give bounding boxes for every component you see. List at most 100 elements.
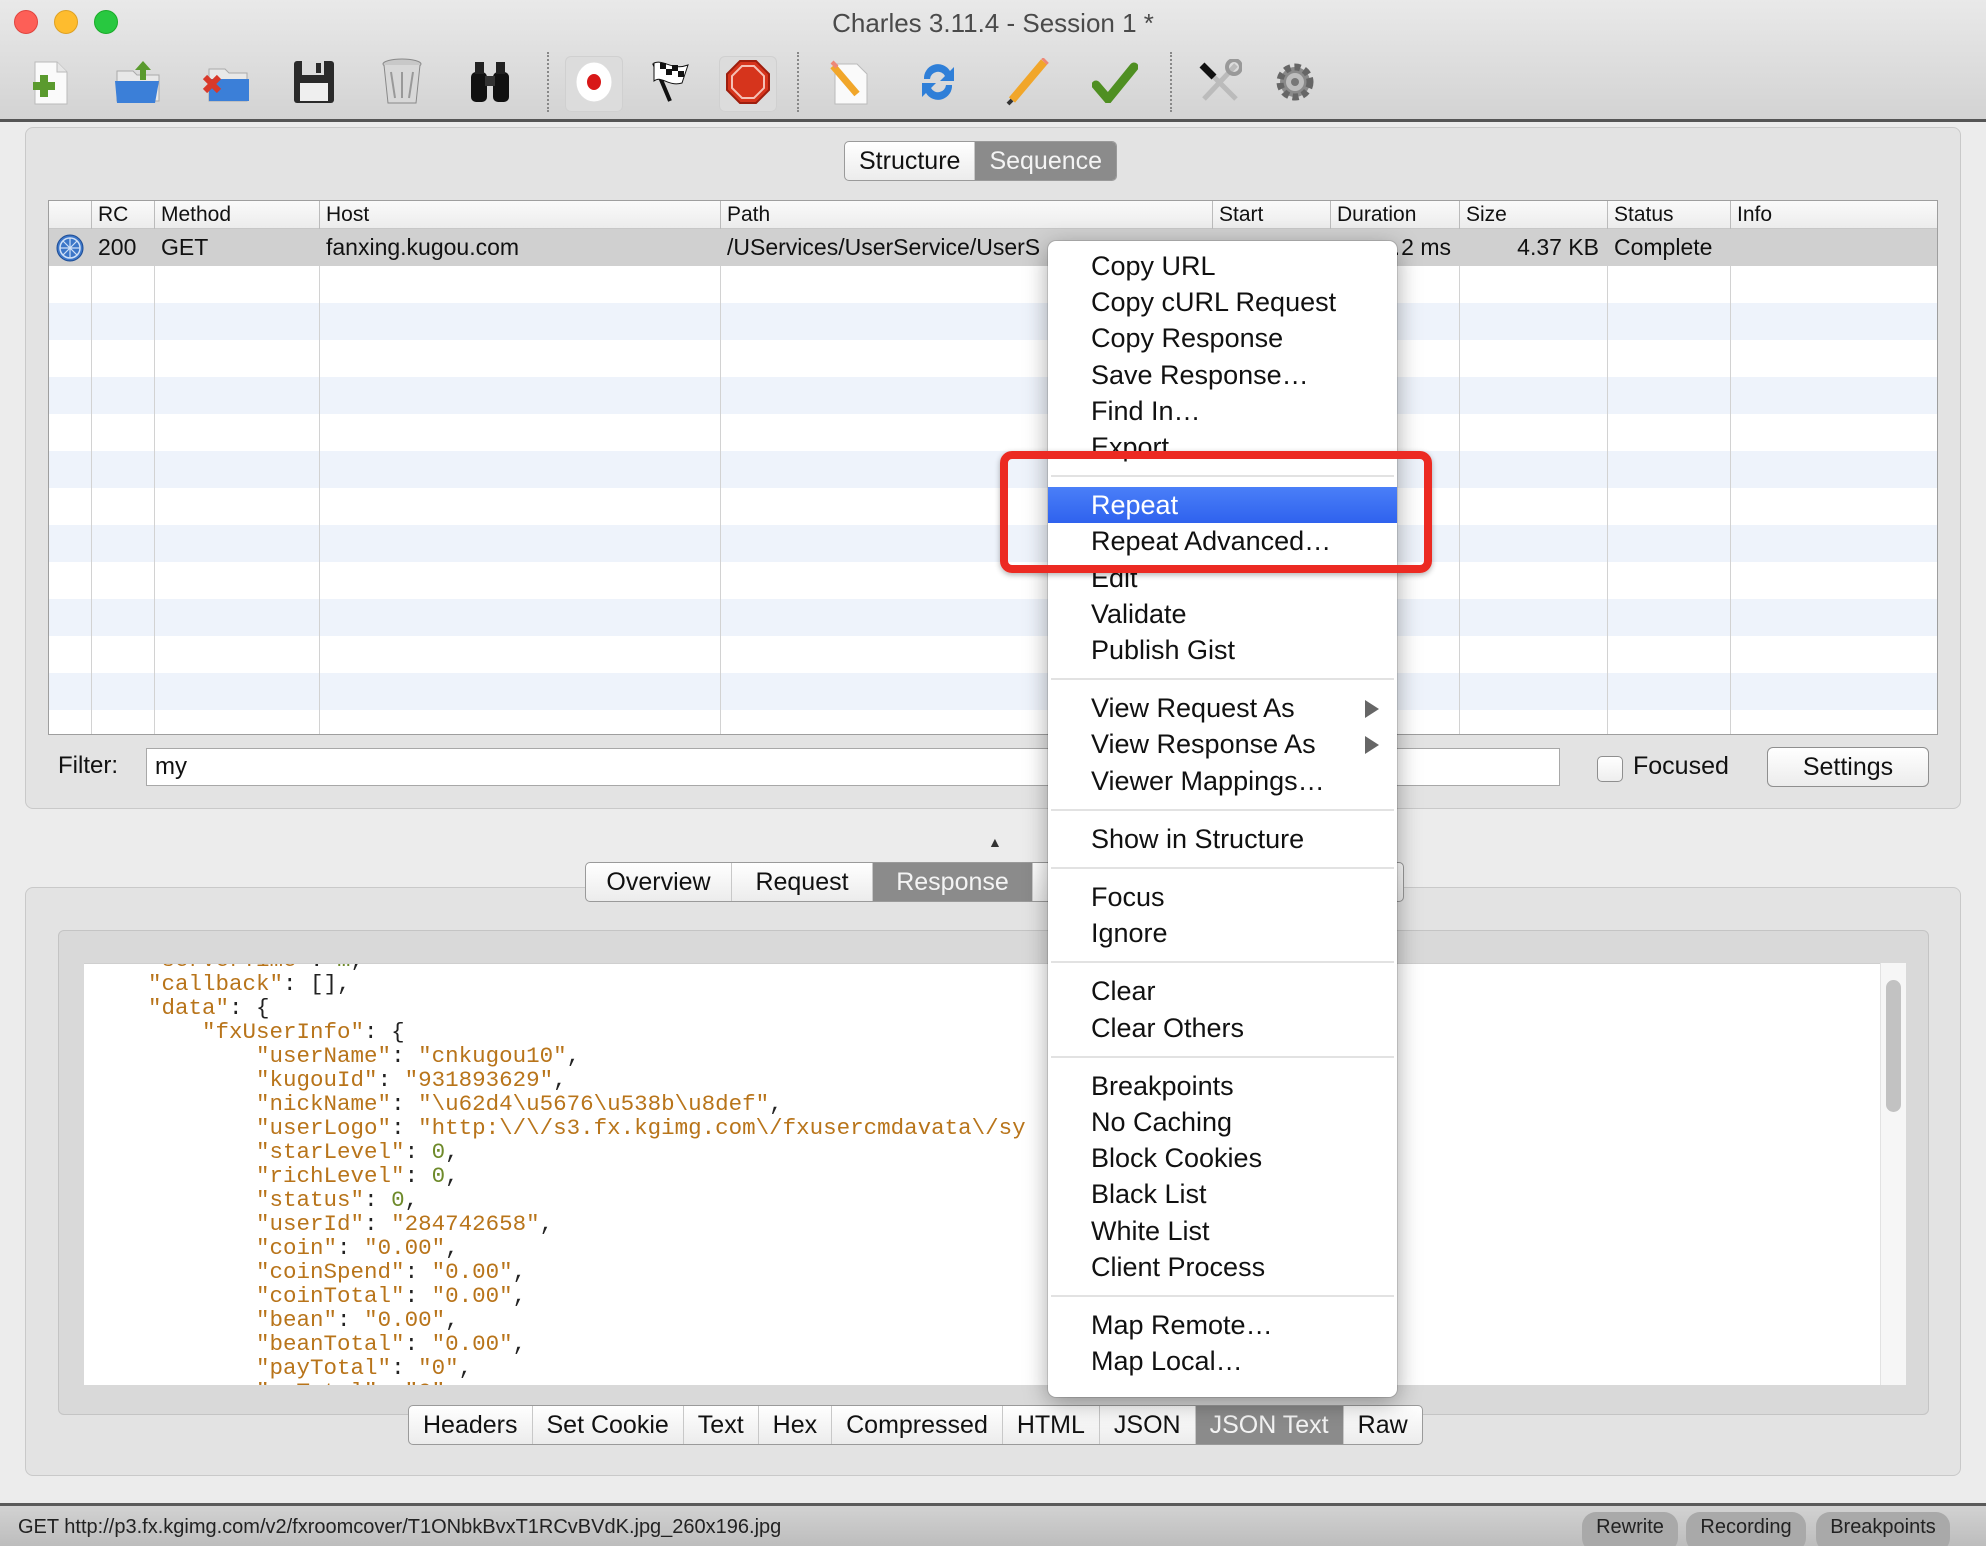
menu-item-client-process[interactable]: Client Process <box>1048 1249 1397 1285</box>
toolbar-validate-button[interactable] <box>1086 56 1144 112</box>
response-scrollbar-thumb[interactable] <box>1886 980 1901 1112</box>
tab-hex[interactable]: Hex <box>759 1406 833 1444</box>
menu-item-label: Find In… <box>1091 395 1201 426</box>
menu-item-white-list[interactable]: White List <box>1048 1213 1397 1249</box>
table-row-empty <box>49 673 1937 710</box>
toolbar-tools-button[interactable] <box>1190 56 1248 112</box>
toolbar-throttle-button[interactable] <box>642 56 700 112</box>
focused-label[interactable]: Focused <box>1633 752 1729 781</box>
toolbar-clear-button[interactable] <box>373 56 431 112</box>
table-row-empty <box>49 636 1937 673</box>
toolbar-breakpoints-button[interactable] <box>719 56 777 112</box>
toolbar-open-button[interactable] <box>109 56 167 112</box>
tab-headers[interactable]: Headers <box>409 1406 533 1444</box>
column-header-icon[interactable] <box>49 201 91 229</box>
toolbar-repeat-button[interactable] <box>909 56 967 112</box>
menu-item-view-request-as[interactable]: View Request As <box>1048 690 1397 726</box>
menu-item-show-in-structure[interactable]: Show in Structure <box>1048 821 1397 857</box>
response-json-text[interactable]: "serverTime": …,"callback": [],"data": {… <box>84 963 1906 1385</box>
menu-item-save-response[interactable]: Save Response… <box>1048 357 1397 393</box>
toolbar-find-button[interactable] <box>461 56 519 112</box>
toolbar-settings-button[interactable] <box>1266 56 1324 112</box>
tab-json-text[interactable]: JSON Text <box>1195 1406 1344 1444</box>
column-header-host[interactable]: Host <box>319 201 369 229</box>
toolbar-save-button[interactable] <box>285 56 343 112</box>
table-row[interactable]: 200 GET fanxing.kugou.com /UServices/Use… <box>49 229 1937 266</box>
column-header-info[interactable]: Info <box>1730 201 1772 229</box>
split-pane-handle[interactable]: ▲ <box>988 834 1002 850</box>
menu-item-clear[interactable]: Clear <box>1048 973 1397 1009</box>
table-row-empty <box>49 377 1937 414</box>
tab-response[interactable]: Response <box>873 863 1033 901</box>
json-line: "bean": "0.00", <box>256 1307 459 1333</box>
menu-item-black-list[interactable]: Black List <box>1048 1176 1397 1212</box>
status-text: GET http://p3.fx.kgimg.com/v2/fxroomcove… <box>18 1516 782 1538</box>
tab-sequence[interactable]: Sequence <box>975 142 1117 180</box>
menu-item-publish-gist[interactable]: Publish Gist <box>1048 632 1397 668</box>
gear-icon <box>1272 59 1318 110</box>
column-header-start[interactable]: Start <box>1212 201 1263 229</box>
tab-overview[interactable]: Overview <box>586 863 732 901</box>
toolbar-edit-button[interactable] <box>998 56 1056 112</box>
menu-item-label: View Response As <box>1091 729 1316 760</box>
tab-json[interactable]: JSON <box>1100 1406 1196 1444</box>
menu-item-validate[interactable]: Validate <box>1048 596 1397 632</box>
json-line: "nickName": "\u62d4\u5676\u538b\u8def", <box>256 1091 783 1117</box>
json-line: "callback": [], <box>148 971 351 997</box>
menu-item-breakpoints[interactable]: Breakpoints <box>1048 1068 1397 1104</box>
menu-item-label: Black List <box>1091 1179 1207 1210</box>
column-header-status[interactable]: Status <box>1607 201 1674 229</box>
table-row-empty <box>49 710 1937 734</box>
menu-item-ignore[interactable]: Ignore <box>1048 915 1397 951</box>
menu-item-copy-curl-request[interactable]: Copy cURL Request <box>1048 284 1397 320</box>
column-header-duration[interactable]: Duration <box>1330 201 1416 229</box>
menu-item-map-local[interactable]: Map Local… <box>1048 1343 1397 1379</box>
menu-item-clear-others[interactable]: Clear Others <box>1048 1010 1397 1046</box>
menu-item-view-response-as[interactable]: View Response As <box>1048 726 1397 762</box>
submenu-arrow-icon <box>1365 700 1379 719</box>
menu-item-viewer-mappings[interactable]: Viewer Mappings… <box>1048 763 1397 799</box>
tab-request[interactable]: Request <box>732 863 873 901</box>
status-breakpoints-button[interactable]: Breakpoints <box>1816 1512 1950 1546</box>
filter-label: Filter: <box>58 752 118 779</box>
toolbar-new-session-button[interactable] <box>21 56 79 112</box>
cell-size: 4.37 KB <box>1517 234 1599 260</box>
table-row-empty <box>49 525 1937 562</box>
tab-raw[interactable]: Raw <box>1344 1406 1422 1444</box>
tab-structure[interactable]: Structure <box>845 142 976 180</box>
column-header-path[interactable]: Path <box>720 201 770 229</box>
json-line: "coinTotal": "0.00", <box>256 1283 527 1309</box>
tab-text[interactable]: Text <box>684 1406 759 1444</box>
toolbar-close-session-button[interactable] <box>197 56 255 112</box>
menu-item-label: No Caching <box>1091 1107 1233 1137</box>
table-row-empty <box>49 303 1937 340</box>
toolbar-record-button[interactable] <box>565 56 623 112</box>
status-recording-button[interactable]: Recording <box>1686 1512 1806 1546</box>
json-line: "userLogo": "http:\/\/s3.fx.kgimg.com\/f… <box>256 1115 1026 1141</box>
status-rewrite-button[interactable]: Rewrite <box>1582 1512 1678 1546</box>
tab-set-cookie[interactable]: Set Cookie <box>533 1406 684 1444</box>
menu-item-map-remote[interactable]: Map Remote… <box>1048 1307 1397 1343</box>
table-row-empty <box>49 562 1937 599</box>
toolbar-separator <box>797 52 799 112</box>
menu-item-copy-url[interactable]: Copy URL <box>1048 248 1397 284</box>
open-folder-icon <box>113 59 163 110</box>
menu-item-no-caching[interactable]: No Caching <box>1048 1104 1397 1140</box>
tab-compressed[interactable]: Compressed <box>832 1406 1003 1444</box>
menu-item-copy-response[interactable]: Copy Response <box>1048 320 1397 356</box>
column-header-size[interactable]: Size <box>1459 201 1507 229</box>
tab-html[interactable]: HTML <box>1003 1406 1100 1444</box>
filter-settings-button[interactable]: Settings <box>1767 747 1929 787</box>
focused-checkbox[interactable] <box>1597 756 1623 782</box>
close-session-icon <box>201 59 251 110</box>
menu-item-focus[interactable]: Focus <box>1048 879 1397 915</box>
json-line: "userName": "cnkugou10", <box>256 1043 581 1069</box>
menu-item-find-in[interactable]: Find In… <box>1048 393 1397 429</box>
menu-item-block-cookies[interactable]: Block Cookies <box>1048 1140 1397 1176</box>
table-row-empty <box>49 340 1937 377</box>
view-mode-tabs: Structure Sequence <box>844 141 1118 181</box>
column-header-rc[interactable]: RC <box>91 201 128 229</box>
tools-icon <box>1196 57 1243 110</box>
toolbar-compose-button[interactable] <box>822 56 880 112</box>
column-header-method[interactable]: Method <box>154 201 231 229</box>
